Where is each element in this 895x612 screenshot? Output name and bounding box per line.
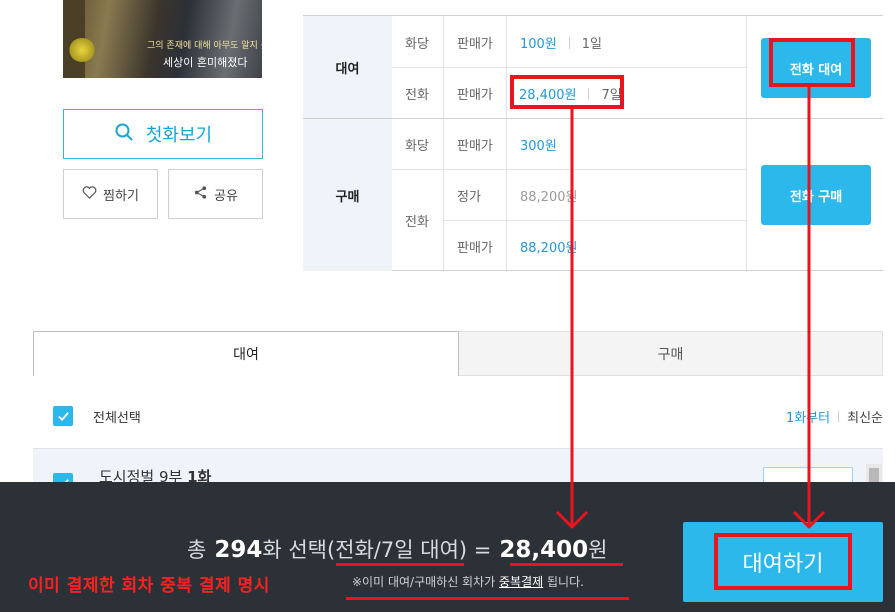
notice-duplicate-link: 중복결제	[499, 575, 544, 589]
sort-first-link[interactable]: 1화부터	[786, 407, 830, 426]
notice-suffix: 됩니다.	[547, 575, 584, 589]
search-icon	[114, 122, 134, 146]
buy-full-price: 88,200원	[520, 241, 578, 256]
first-episode-label: 첫화보기	[145, 125, 213, 146]
rent-full-type: 전화	[405, 88, 429, 103]
sort-options: 1화부터 최신순	[786, 407, 883, 426]
wish-button[interactable]: 찜하기	[63, 169, 158, 219]
select-all-label: 전체선택	[93, 410, 141, 426]
selection-summary: 총 294 화 선택( 전화/7일 대여 ) = 28,400 원	[187, 534, 607, 564]
check-icon	[57, 411, 69, 421]
summary-prefix: 총	[187, 538, 207, 562]
annotation-box-price	[510, 75, 624, 109]
select-all-row: 전체선택 1화부터 최신순	[53, 405, 883, 427]
rent-category: 대여	[303, 16, 392, 118]
summary-count: 294	[214, 537, 263, 563]
buy-ep-price: 300원	[520, 139, 557, 154]
duplicate-payment-notice: ※이미 대여/구매하신 회차가 중복결제 됩니다.	[352, 573, 584, 590]
summary-equals: ) =	[458, 538, 492, 562]
buy-category: 구매	[303, 119, 392, 271]
buy-full-type: 전화	[405, 215, 429, 230]
summary-count-suffix: 화 선택(	[262, 538, 336, 562]
cover-caption-2: 세상이 혼미해졌다	[163, 56, 248, 69]
rent-ep-price: 100원	[520, 37, 557, 52]
cover-image: 그의 존재에 대해 아무도 알지 못했을 뿐… 세상이 혼미해졌다	[63, 0, 262, 78]
annotation-underline-notice	[346, 597, 629, 600]
share-icon	[193, 185, 208, 204]
buy-list-price: 88,200원	[520, 190, 578, 205]
annotation-box-rent-submit	[714, 533, 852, 590]
annotation-text: 이미 결제한 회차 중복 결제 명시	[28, 576, 270, 596]
buy-ep-type: 화당	[405, 139, 429, 154]
summary-amount: 28,400	[499, 537, 589, 563]
cover-caption-1: 그의 존재에 대해 아무도 알지 못했을 뿐…	[147, 41, 262, 51]
heart-icon	[82, 185, 97, 204]
cover-logo	[69, 38, 95, 62]
rent-ep-price-row: 100원 1일	[520, 33, 602, 52]
select-all-checkbox[interactable]	[53, 406, 73, 426]
summary-option: 전화/7일 대여	[335, 538, 459, 562]
buy-all-button[interactable]: 전화 구매	[761, 165, 871, 225]
annotation-box-rent-all	[769, 38, 855, 87]
rent-ep-price-label: 판매가	[457, 37, 493, 52]
buy-full-price-label: 판매가	[457, 241, 493, 256]
tab-rent[interactable]: 대여	[33, 331, 459, 376]
first-episode-button[interactable]: 첫화보기	[63, 109, 263, 159]
share-button[interactable]: 공유	[168, 169, 263, 219]
share-label: 공유	[214, 188, 238, 204]
buy-ep-price-label: 판매가	[457, 139, 493, 154]
rent-ep-type: 화당	[405, 37, 429, 52]
summary-unit: 원	[588, 538, 608, 562]
tab-buy[interactable]: 구매	[459, 331, 883, 376]
notice-prefix: ※이미 대여/구매하신 회차가	[352, 575, 496, 589]
rent-full-price-label: 판매가	[457, 88, 493, 103]
rent-ep-period: 1일	[581, 37, 603, 52]
sort-latest-link[interactable]: 최신순	[847, 407, 883, 426]
annotation-underline-amount	[510, 563, 623, 566]
buy-list-label: 정가	[457, 190, 481, 205]
annotation-underline-option	[336, 563, 464, 566]
wish-label: 찜하기	[103, 188, 139, 204]
